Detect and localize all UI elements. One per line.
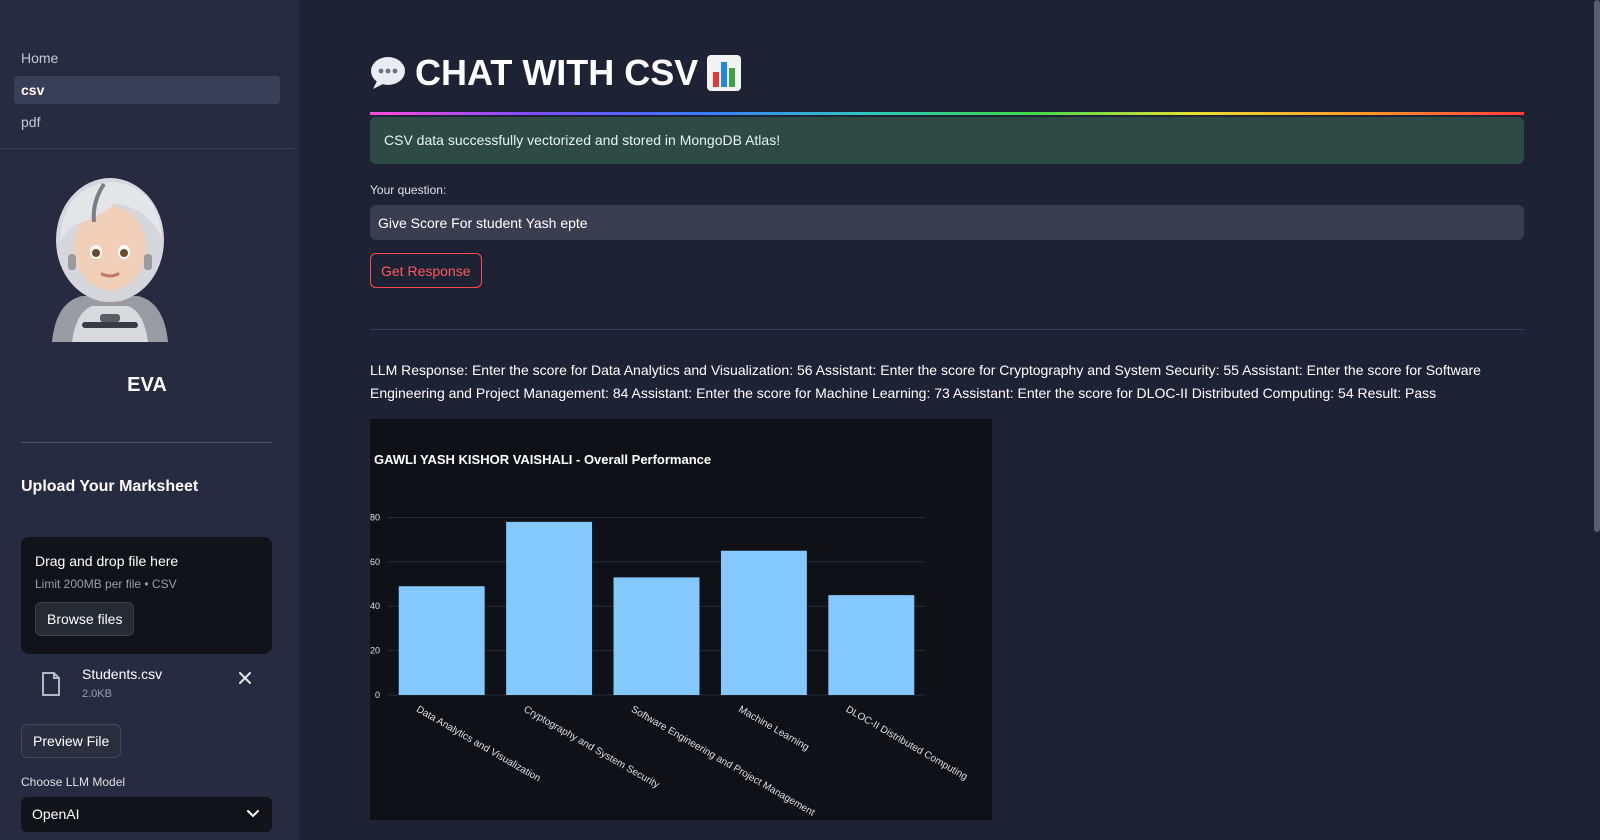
page-nav: Home csv pdf [14, 44, 280, 140]
main-content: CHAT WITH CSV CSV data successfully vect… [299, 0, 1600, 840]
llm-model-select[interactable]: OpenAI [21, 797, 272, 832]
page-title: CHAT WITH CSV [369, 52, 742, 94]
question-input[interactable] [370, 205, 1524, 240]
preview-file-wrap: Preview File [21, 724, 122, 758]
sidebar-divider [21, 442, 272, 443]
upload-title: Upload Your Marksheet [21, 478, 199, 495]
llm-model-value: OpenAI [32, 806, 80, 822]
success-alert: CSV data successfully vectorized and sto… [370, 117, 1524, 164]
performance-chart: GAWLI YASH KISHOR VAISHALI - Overall Per… [370, 419, 992, 820]
bar [613, 577, 700, 695]
bar-chart-svg: GAWLI YASH KISHOR VAISHALI - Overall Per… [370, 452, 969, 819]
page-title-text: CHAT WITH CSV [415, 52, 699, 93]
y-tick-label: 20 [370, 646, 380, 656]
content-divider [370, 329, 1524, 330]
scrollbar[interactable] [1594, 0, 1600, 532]
x-tick-label: DLOC-II Distributed Computing [844, 704, 969, 783]
chevron-down-icon [247, 810, 259, 818]
robot-avatar [42, 172, 178, 342]
llm-model-label: Choose LLM Model [21, 775, 126, 789]
file-dropzone[interactable]: Drag and drop file here Limit 200MB per … [21, 537, 272, 654]
bar [506, 521, 593, 695]
uploaded-file: Students.csv 2.0KB [21, 666, 272, 706]
file-icon [42, 672, 60, 696]
nav-divider [0, 148, 294, 149]
y-tick-label: 80 [370, 512, 380, 522]
browse-files-button[interactable]: Browse files [35, 602, 135, 636]
x-tick-label: Software Engineering and Project Managem… [629, 704, 817, 819]
dropzone-title: Drag and drop file here [35, 553, 179, 569]
speech-bubble-icon [371, 57, 405, 89]
dropzone-limit: Limit 200MB per file • CSV [35, 577, 177, 591]
y-tick-label: 0 [375, 690, 380, 700]
get-response-button[interactable]: Get Response [370, 253, 482, 288]
question-label: Your question: [370, 183, 447, 197]
y-tick-label: 60 [370, 557, 380, 567]
y-tick-label: 40 [370, 601, 380, 611]
close-icon[interactable] [237, 670, 253, 686]
preview-file-button[interactable]: Preview File [21, 724, 122, 758]
nav-item-home[interactable]: Home [14, 44, 280, 72]
x-tick-label: Data Analytics and Visualization [414, 704, 542, 784]
bar [720, 550, 807, 695]
bar [398, 586, 485, 695]
x-tick-label: Machine Learning [736, 704, 810, 753]
bar [828, 595, 915, 695]
bot-name: EVA [127, 374, 167, 396]
nav-item-csv[interactable]: csv [14, 76, 280, 104]
chart-title: GAWLI YASH KISHOR VAISHALI - Overall Per… [374, 452, 711, 467]
bar-chart-icon [707, 55, 742, 91]
file-name: Students.csv [82, 666, 163, 682]
sidebar: Home csv pdf EVA Upload Your Marksheet D… [0, 0, 299, 840]
title-divider [370, 112, 1524, 115]
file-size: 2.0KB [82, 688, 112, 700]
nav-item-pdf[interactable]: pdf [14, 108, 280, 136]
llm-response-text: LLM Response: Enter the score for Data A… [370, 362, 1481, 401]
